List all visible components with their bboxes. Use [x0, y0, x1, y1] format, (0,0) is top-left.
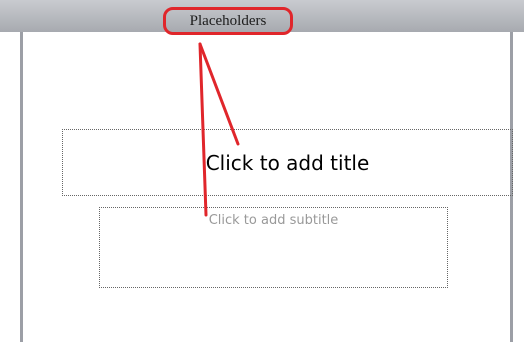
- placeholders-callout-text: Placeholders: [189, 13, 267, 29]
- slide-editor-screenshot: Click to add title Click to add subtitle…: [0, 0, 524, 342]
- placeholders-callout: Placeholders: [163, 7, 293, 35]
- title-placeholder-text: Click to add title: [205, 150, 370, 175]
- subtitle-placeholder-text: Click to add subtitle: [208, 213, 339, 228]
- title-placeholder[interactable]: Click to add title: [62, 129, 513, 196]
- subtitle-placeholder[interactable]: Click to add subtitle: [99, 207, 448, 288]
